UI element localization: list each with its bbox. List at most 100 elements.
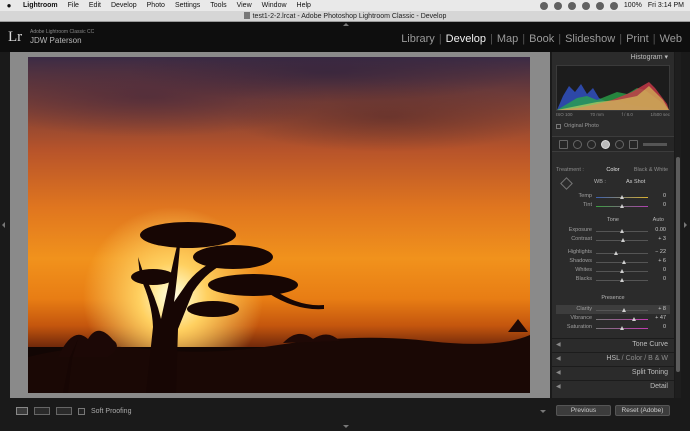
menu-edit[interactable]: Edit <box>84 2 106 9</box>
hsl-panel-header[interactable]: ◀ HSL / Color / B & W <box>552 352 674 364</box>
time-machine-icon[interactable] <box>567 1 576 10</box>
module-web[interactable]: Web <box>656 33 686 45</box>
detail-panel-header[interactable]: ◀ Detail <box>552 380 674 392</box>
hsl-color-tab[interactable]: Color <box>626 355 643 362</box>
module-library[interactable]: Library <box>397 33 439 45</box>
photo-canvas[interactable] <box>10 52 550 398</box>
exposure-label: Exposure <box>568 227 592 233</box>
contrast-slider-knob[interactable] <box>621 238 625 242</box>
original-photo-toggle[interactable]: Original Photo <box>556 123 599 129</box>
red-eye-icon[interactable] <box>586 139 596 149</box>
wb-eyedropper-icon[interactable] <box>560 177 573 190</box>
tint-slider-knob[interactable] <box>620 204 624 208</box>
menu-view[interactable]: View <box>232 2 257 9</box>
hsl-tab[interactable]: HSL <box>606 355 619 362</box>
tone-curve-panel-header[interactable]: ◀ Tone Curve <box>552 338 674 350</box>
menu-photo[interactable]: Photo <box>142 2 170 9</box>
volume-icon[interactable] <box>609 1 618 10</box>
saturation-slider-knob[interactable] <box>620 326 624 330</box>
adjustment-brush-icon[interactable] <box>629 139 639 149</box>
menu-app-lightroom[interactable]: Lightroom <box>18 2 63 9</box>
loupe-view-icon[interactable] <box>16 407 28 415</box>
temp-slider-row[interactable]: Temp 0 <box>556 193 670 201</box>
highlights-slider-row[interactable]: Highlights − 22 <box>556 249 670 257</box>
treatment-color-option[interactable]: Color <box>594 167 632 173</box>
module-print[interactable]: Print <box>622 33 653 45</box>
saturation-value[interactable]: 0 <box>646 324 666 330</box>
vibrance-slider-knob[interactable] <box>632 317 636 321</box>
radial-filter-icon[interactable] <box>615 139 625 149</box>
highlights-slider-knob[interactable] <box>614 251 618 255</box>
hsl-bw-tab[interactable]: B & W <box>648 355 668 362</box>
temp-value[interactable]: 0 <box>646 193 666 199</box>
tint-slider-row[interactable]: Tint 0 <box>556 202 670 210</box>
module-map[interactable]: Map <box>493 33 522 45</box>
module-book[interactable]: Book <box>525 33 558 45</box>
tint-value[interactable]: 0 <box>646 202 666 208</box>
histogram-header[interactable]: Histogram ▾ <box>552 52 674 63</box>
menu-clock[interactable]: Fri 3:14 PM <box>648 2 684 9</box>
previous-button[interactable]: Previous <box>556 405 611 416</box>
soft-proofing-checkbox[interactable] <box>78 407 85 415</box>
spot-removal-icon[interactable] <box>572 139 582 149</box>
before-after-icon[interactable] <box>34 407 50 415</box>
menu-settings[interactable]: Settings <box>170 2 205 9</box>
before-after-swap-icon[interactable] <box>56 407 72 415</box>
filmstrip-toggle-icon[interactable] <box>343 425 349 428</box>
bluetooth-icon[interactable] <box>581 1 590 10</box>
histogram-chart[interactable] <box>556 65 670 111</box>
vibrance-track[interactable] <box>596 319 648 320</box>
wb-preset-select[interactable]: As Shot <box>626 179 645 185</box>
toolbar-menu-icon[interactable] <box>540 410 546 413</box>
shadows-value[interactable]: + 6 <box>646 258 666 264</box>
saturation-slider-row[interactable]: Saturation 0 <box>556 324 670 332</box>
menu-help[interactable]: Help <box>292 2 316 9</box>
module-slideshow[interactable]: Slideshow <box>561 33 619 45</box>
temp-slider-knob[interactable] <box>620 195 624 199</box>
cloud-icon[interactable] <box>539 1 548 10</box>
contrast-value[interactable]: + 3 <box>646 236 666 242</box>
reset-button[interactable]: Reset (Adobe) <box>615 405 670 416</box>
original-photo-checkbox[interactable] <box>556 123 561 129</box>
wifi-icon[interactable] <box>595 1 604 10</box>
clarity-slider-knob[interactable] <box>622 308 626 312</box>
graduated-filter-icon[interactable] <box>600 139 610 149</box>
crop-icon[interactable] <box>558 139 568 149</box>
right-panel-edge[interactable] <box>681 52 690 398</box>
whites-value[interactable]: 0 <box>646 267 666 273</box>
whites-slider-row[interactable]: Whites 0 <box>556 267 670 275</box>
blacks-slider-knob[interactable] <box>620 278 624 282</box>
split-toning-panel-header[interactable]: ◀ Split Toning <box>552 366 674 378</box>
blacks-slider-row[interactable]: Blacks 0 <box>556 276 670 284</box>
menu-file[interactable]: File <box>63 2 84 9</box>
exposure-slider-knob[interactable] <box>620 229 624 233</box>
right-panel-toggle-icon[interactable] <box>684 222 687 228</box>
menu-develop[interactable]: Develop <box>106 2 142 9</box>
blacks-value[interactable]: 0 <box>646 276 666 282</box>
highlights-value[interactable]: − 22 <box>646 249 666 255</box>
shadows-slider-knob[interactable] <box>622 260 626 264</box>
left-panel-toggle-icon[interactable] <box>2 222 5 228</box>
shadows-slider-row[interactable]: Shadows + 6 <box>556 258 670 266</box>
sync-icon[interactable] <box>553 1 562 10</box>
contrast-slider-row[interactable]: Contrast + 3 <box>556 236 670 244</box>
auto-tone-button[interactable]: Auto <box>653 217 664 223</box>
clarity-slider-row[interactable]: Clarity + 8 <box>556 306 670 314</box>
menu-window[interactable]: Window <box>257 2 292 9</box>
clarity-value[interactable]: + 8 <box>646 306 666 312</box>
left-panel-edge[interactable] <box>0 52 10 398</box>
apple-icon[interactable]: ● <box>0 1 18 10</box>
module-develop[interactable]: Develop <box>442 33 490 45</box>
tool-overlay-slider[interactable] <box>643 142 668 146</box>
whites-slider-knob[interactable] <box>620 269 624 273</box>
exposure-slider-row[interactable]: Exposure 0.00 <box>556 227 670 235</box>
highlights-track[interactable] <box>596 253 648 254</box>
scrollbar-thumb[interactable] <box>676 157 680 372</box>
battery-percent[interactable]: 100% <box>624 2 642 9</box>
exposure-value[interactable]: 0.00 <box>646 227 666 233</box>
vibrance-slider-row[interactable]: Vibrance + 47 <box>556 315 670 323</box>
menu-tools[interactable]: Tools <box>205 2 231 9</box>
treatment-bw-option[interactable]: Black & White <box>632 167 670 173</box>
top-panel-toggle-icon[interactable] <box>343 23 349 26</box>
vibrance-value[interactable]: + 47 <box>646 315 666 321</box>
